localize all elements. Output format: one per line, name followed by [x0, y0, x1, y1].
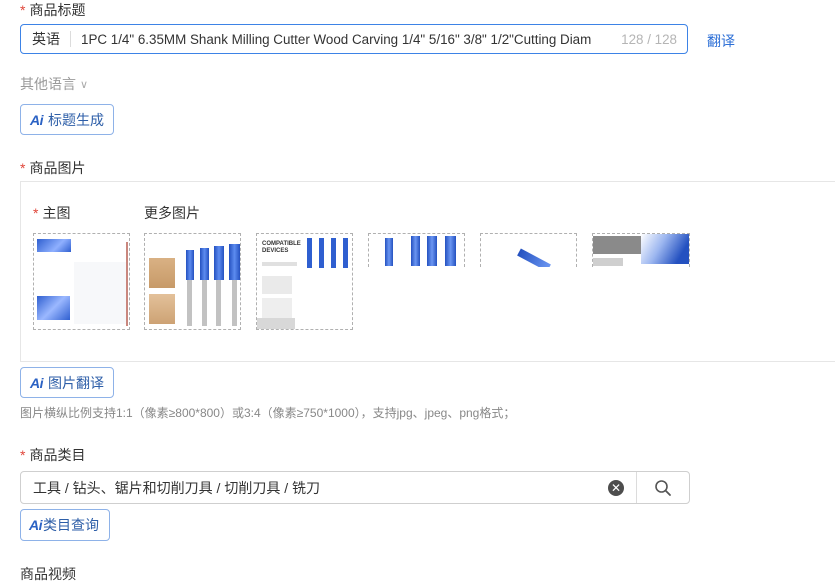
category-input[interactable]: 工具 / 钻头、锯片和切削刀具 / 切削刀具 / 铣刀: [21, 478, 608, 498]
ai-image-translate-label: 图片翻译: [48, 374, 104, 391]
product-image-thumbnail[interactable]: [368, 233, 465, 267]
character-counter: 128 / 128: [621, 31, 677, 47]
ai-category-query-label: 类目查询: [43, 517, 99, 533]
ai-icon: Ai: [30, 374, 44, 391]
ai-title-generate-button[interactable]: Ai 标题生成: [20, 104, 114, 135]
category-label: * 商品类目: [20, 447, 86, 463]
main-image-thumbnail[interactable]: [33, 233, 130, 330]
main-image-label: * 主图: [33, 205, 71, 221]
clear-icon[interactable]: ✕: [608, 479, 624, 496]
ai-category-query-button[interactable]: Ai 类目查询: [20, 509, 110, 541]
product-video-label: 商品视频: [20, 566, 76, 582]
other-languages-label: 其他语言: [20, 76, 76, 92]
image-requirements-hint: 图片横纵比例支持1:1（像素≥800*800）或3:4（像素≥750*1000）…: [20, 406, 516, 420]
search-icon: [655, 479, 671, 496]
translate-link[interactable]: 翻译: [707, 31, 735, 51]
product-title-label: * 商品标题: [20, 2, 86, 18]
category-search-button[interactable]: [636, 472, 689, 503]
ai-title-generate-label: 标题生成: [48, 111, 104, 128]
product-title-field[interactable]: 英语 1PC 1/4" 6.35MM Shank Milling Cutter …: [20, 24, 688, 54]
product-images-label: * 商品图片: [20, 160, 86, 176]
product-image-thumbnail[interactable]: [592, 233, 690, 267]
product-image-thumbnail[interactable]: COMPATIBLE DEVICES: [256, 233, 353, 330]
ai-icon: Ai: [30, 111, 44, 128]
product-image-thumbnail[interactable]: [480, 233, 577, 267]
category-field[interactable]: 工具 / 钻头、锯片和切削刀具 / 切削刀具 / 铣刀 ✕: [20, 471, 690, 504]
other-languages-toggle[interactable]: 其他语言 ∨: [20, 74, 88, 94]
more-images-label: 更多图片: [144, 205, 200, 221]
thumbnail-caption: COMPATIBLE DEVICES: [262, 241, 301, 254]
ai-icon: Ai: [29, 517, 43, 533]
product-image-thumbnail[interactable]: [144, 233, 241, 330]
ai-image-translate-button[interactable]: Ai 图片翻译: [20, 367, 114, 398]
language-selector[interactable]: 英语: [21, 31, 71, 47]
product-title-input[interactable]: 1PC 1/4" 6.35MM Shank Milling Cutter Woo…: [71, 32, 615, 47]
chevron-down-icon: ∨: [80, 78, 89, 91]
product-images-panel: [20, 181, 835, 362]
